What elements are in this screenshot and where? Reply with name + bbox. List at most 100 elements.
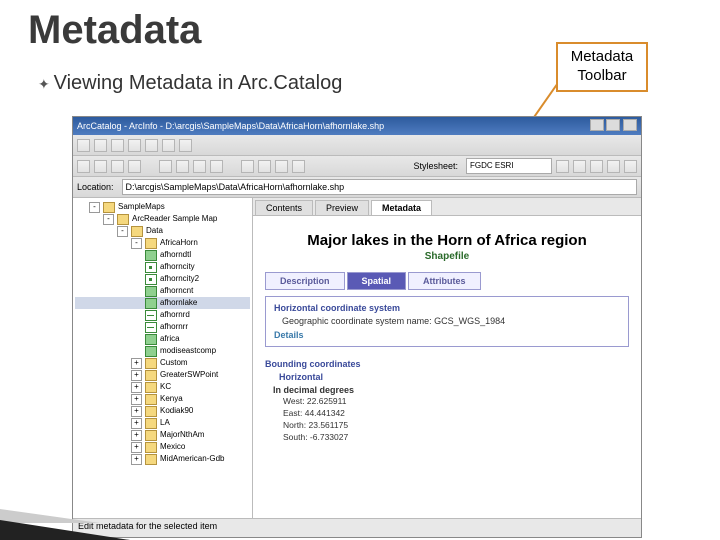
tree-node[interactable]: afhorncity2 bbox=[160, 273, 199, 285]
expand-icon[interactable]: - bbox=[103, 214, 114, 225]
metadata-edit-icon[interactable] bbox=[556, 160, 569, 173]
stylesheet-label: Stylesheet: bbox=[413, 161, 458, 171]
tool-icon[interactable] bbox=[176, 160, 189, 173]
metadata-body: Major lakes in the Horn of Africa region… bbox=[253, 216, 641, 518]
subtab-description[interactable]: Description bbox=[265, 272, 345, 290]
metadata-props-icon[interactable] bbox=[573, 160, 586, 173]
expand-icon[interactable]: + bbox=[131, 442, 142, 453]
tab-metadata[interactable]: Metadata bbox=[371, 200, 432, 215]
tool-icon[interactable] bbox=[128, 139, 141, 152]
tool-icon[interactable] bbox=[111, 139, 124, 152]
tree-node-selected[interactable]: afhornlake bbox=[160, 297, 197, 309]
folder-icon bbox=[117, 214, 129, 225]
tab-contents[interactable]: Contents bbox=[255, 200, 313, 215]
maximize-button[interactable] bbox=[606, 119, 620, 131]
tree-node[interactable]: africa bbox=[160, 333, 180, 345]
tree-node[interactable]: ArcReader Sample Map bbox=[132, 213, 217, 225]
tool-icon[interactable] bbox=[77, 139, 90, 152]
tool-icon[interactable] bbox=[193, 160, 206, 173]
location-bar: Location: D:\arcgis\SampleMaps\Data\Afri… bbox=[73, 177, 641, 198]
metadata-subtabs: Description Spatial Attributes bbox=[265, 272, 629, 290]
tree-node[interactable]: MidAmerican-Gdb bbox=[160, 453, 224, 465]
hcs-text: Geographic coordinate system name: GCS_W… bbox=[282, 316, 620, 326]
expand-icon[interactable]: + bbox=[131, 358, 142, 369]
stylesheet-field[interactable]: FGDC ESRI bbox=[466, 158, 552, 174]
tree-node[interactable]: SampleMaps bbox=[118, 201, 165, 213]
metadata-import-icon[interactable] bbox=[607, 160, 620, 173]
tool-icon[interactable] bbox=[179, 139, 192, 152]
subtab-spatial[interactable]: Spatial bbox=[347, 272, 407, 290]
tree-node[interactable]: KC bbox=[160, 381, 171, 393]
tool-icon[interactable] bbox=[241, 160, 254, 173]
folder-icon bbox=[145, 238, 157, 249]
folder-icon bbox=[103, 202, 115, 213]
location-field[interactable]: D:\arcgis\SampleMaps\Data\AfricaHorn\afh… bbox=[122, 179, 637, 195]
tree-node[interactable]: afhornrr bbox=[160, 321, 188, 333]
subtitle: Viewing Metadata in Arc.Catalog bbox=[38, 72, 342, 95]
expand-icon[interactable]: + bbox=[131, 394, 142, 405]
catalog-tree[interactable]: -SampleMaps -ArcReader Sample Map -Data … bbox=[73, 198, 253, 518]
tree-node[interactable]: GreaterSWPoint bbox=[160, 369, 218, 381]
tree-node[interactable]: LA bbox=[160, 417, 170, 429]
subtab-attributes[interactable]: Attributes bbox=[408, 272, 481, 290]
tool-icon[interactable] bbox=[162, 139, 175, 152]
folder-icon bbox=[145, 370, 157, 381]
bounding-header: Bounding coordinates bbox=[265, 359, 621, 369]
tool-icon[interactable] bbox=[128, 160, 141, 173]
tree-node[interactable]: Custom bbox=[160, 357, 188, 369]
tool-icon[interactable] bbox=[292, 160, 305, 173]
tree-node[interactable]: modiseastcomp bbox=[160, 345, 216, 357]
tool-icon[interactable] bbox=[275, 160, 288, 173]
expand-icon[interactable]: + bbox=[131, 370, 142, 381]
metadata-export-icon[interactable] bbox=[624, 160, 637, 173]
expand-icon[interactable]: - bbox=[89, 202, 100, 213]
tool-icon[interactable] bbox=[94, 139, 107, 152]
expand-icon[interactable]: + bbox=[131, 382, 142, 393]
expand-icon[interactable]: - bbox=[131, 238, 142, 249]
tree-node[interactable]: AfricaHorn bbox=[160, 237, 198, 249]
tree-node[interactable]: afhorndtl bbox=[160, 249, 191, 261]
section-hcs: Horizontal coordinate system Geographic … bbox=[265, 296, 629, 347]
tree-node[interactable]: Data bbox=[146, 225, 163, 237]
tool-icon[interactable] bbox=[210, 160, 223, 173]
arccatalog-window: ArcCatalog - ArcInfo - D:\arcgis\SampleM… bbox=[72, 116, 642, 538]
window-controls bbox=[590, 119, 637, 133]
metadata-title: Major lakes in the Horn of Africa region bbox=[265, 232, 629, 249]
minimize-button[interactable] bbox=[590, 119, 604, 131]
tool-icon[interactable] bbox=[77, 160, 90, 173]
details-link[interactable]: Details bbox=[274, 330, 620, 340]
toolbar-main bbox=[73, 135, 641, 156]
tree-node[interactable]: Kodiak90 bbox=[160, 405, 193, 417]
bounding-west: West: 22.625911 bbox=[283, 395, 621, 407]
tool-icon[interactable] bbox=[94, 160, 107, 173]
tree-node[interactable]: Kenya bbox=[160, 393, 183, 405]
tool-icon[interactable] bbox=[159, 160, 172, 173]
tree-node[interactable]: MajorNthAm bbox=[160, 429, 204, 441]
close-button[interactable] bbox=[623, 119, 637, 131]
shapefile-icon bbox=[145, 310, 157, 321]
tool-icon[interactable] bbox=[145, 139, 158, 152]
shapefile-icon bbox=[145, 262, 157, 273]
folder-icon bbox=[145, 442, 157, 453]
window-title: ArcCatalog - ArcInfo - D:\arcgis\SampleM… bbox=[77, 121, 384, 131]
window-titlebar: ArcCatalog - ArcInfo - D:\arcgis\SampleM… bbox=[73, 117, 641, 135]
tool-icon[interactable] bbox=[258, 160, 271, 173]
shapefile-icon bbox=[145, 286, 157, 297]
callout-metadata-toolbar: Metadata Toolbar bbox=[556, 42, 648, 92]
expand-icon[interactable]: - bbox=[117, 226, 128, 237]
tree-node[interactable]: afhorncnt bbox=[160, 285, 193, 297]
folder-icon bbox=[145, 454, 157, 465]
tab-preview[interactable]: Preview bbox=[315, 200, 369, 215]
expand-icon[interactable]: + bbox=[131, 454, 142, 465]
slide-title: Metadata bbox=[28, 8, 201, 53]
tree-node[interactable]: afhornrd bbox=[160, 309, 190, 321]
expand-icon[interactable]: + bbox=[131, 418, 142, 429]
expand-icon[interactable]: + bbox=[131, 430, 142, 441]
metadata-create-icon[interactable] bbox=[590, 160, 603, 173]
tree-node[interactable]: afhorncity bbox=[160, 261, 195, 273]
tool-icon[interactable] bbox=[111, 160, 124, 173]
expand-icon[interactable]: + bbox=[131, 406, 142, 417]
tree-node[interactable]: Mexico bbox=[160, 441, 185, 453]
bounding-south: South: -6.733027 bbox=[283, 431, 621, 443]
content-tabs: Contents Preview Metadata bbox=[253, 198, 641, 216]
